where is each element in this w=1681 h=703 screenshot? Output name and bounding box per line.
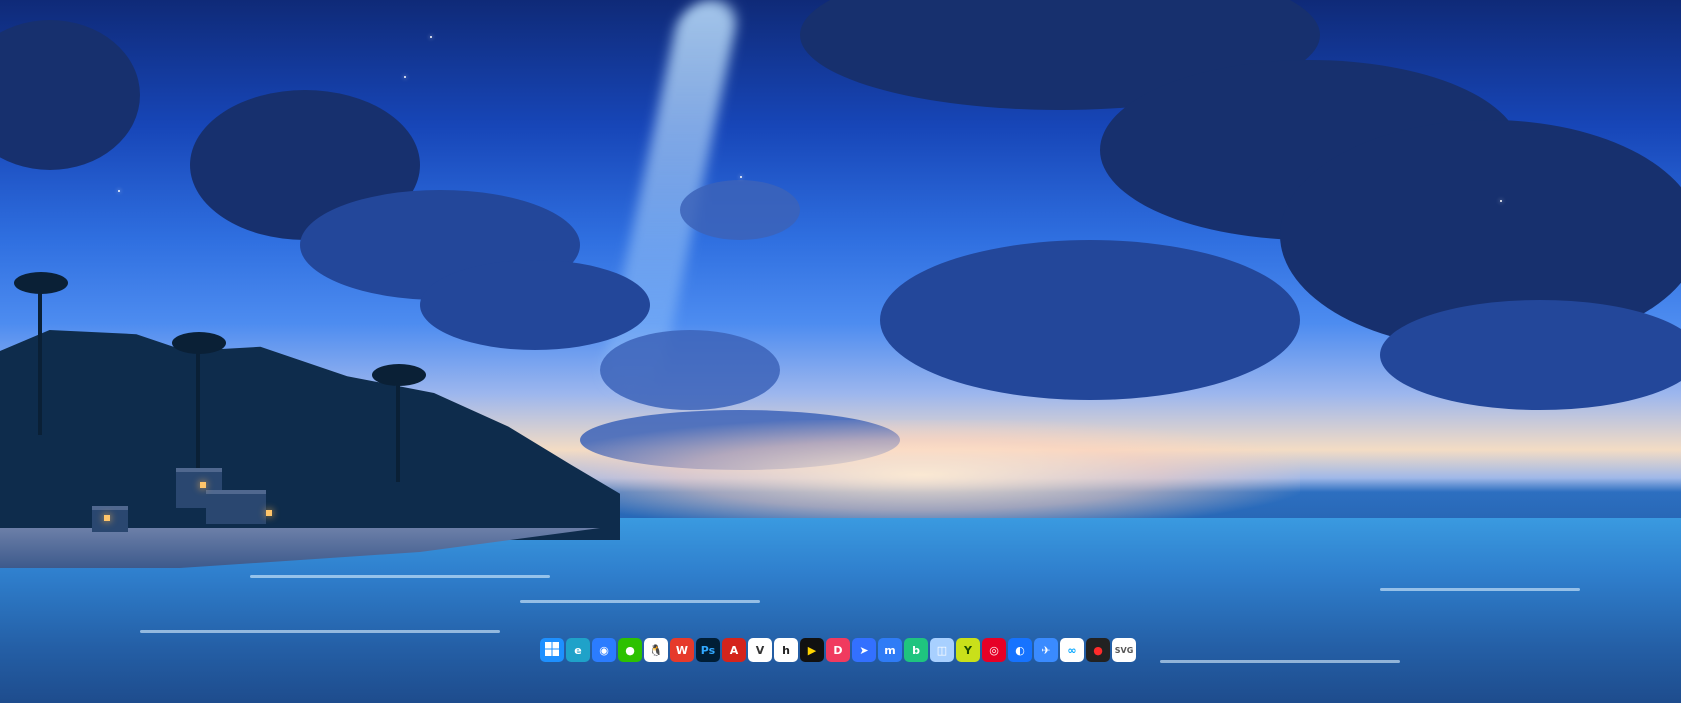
taskbar-app-bottle[interactable]: ◫ bbox=[930, 638, 954, 662]
taskbar-app-browser-blue[interactable]: ◉ bbox=[592, 638, 616, 662]
taskbar: e ◉ ● 🐧 W Ps A Vh ▶ D ➤ m b ◫ Y ◎ ◐ ✈ ∞ ● SVG bbox=[540, 638, 1136, 662]
star bbox=[404, 76, 406, 78]
palm-tree-crown bbox=[372, 364, 426, 386]
star bbox=[1500, 200, 1502, 202]
play-icon: ▶ bbox=[807, 643, 817, 657]
taskbar-app-svg-app[interactable]: SVG bbox=[1112, 638, 1136, 662]
palm-tree-crown bbox=[172, 332, 226, 354]
d-app-icon: D bbox=[833, 643, 843, 657]
swirl-icon: ◐ bbox=[1015, 643, 1025, 657]
cloud bbox=[1380, 300, 1681, 410]
palm-tree-trunk bbox=[196, 340, 200, 470]
cloud bbox=[680, 180, 800, 240]
cloud-icon: ∞ bbox=[1067, 643, 1077, 657]
palm-tree-trunk bbox=[396, 372, 400, 482]
window-light bbox=[104, 515, 110, 521]
wave bbox=[520, 600, 760, 603]
palm-tree-crown bbox=[14, 272, 68, 294]
taskbar-app-player[interactable]: ▶ bbox=[800, 638, 824, 662]
beach-house bbox=[92, 506, 128, 532]
beach-house bbox=[206, 490, 266, 524]
taskbar-app-wps[interactable]: W bbox=[670, 638, 694, 662]
taskbar-app-app-bird[interactable]: ✈ bbox=[1034, 638, 1058, 662]
cloud bbox=[0, 20, 140, 170]
horizon-glow bbox=[540, 420, 1300, 530]
svg-icon: SVG bbox=[1114, 645, 1134, 655]
taskbar-app-recorder[interactable]: ● bbox=[1086, 638, 1110, 662]
bird-icon: ✈ bbox=[1041, 643, 1051, 657]
taskbar-app-acrobat[interactable]: A bbox=[722, 638, 746, 662]
taskbar-app-wechat[interactable]: ● bbox=[618, 638, 642, 662]
taskbar-app-app-v[interactable]: V bbox=[748, 638, 772, 662]
wave bbox=[250, 575, 550, 578]
taskbar-app-feishu[interactable]: ➤ bbox=[852, 638, 876, 662]
palm-tree-trunk bbox=[38, 285, 42, 435]
taskbar-app-app-y[interactable]: Y bbox=[956, 638, 980, 662]
taskbar-app-app-swirl[interactable]: ◐ bbox=[1008, 638, 1032, 662]
taskbar-app-baidu-netdisk[interactable]: ∞ bbox=[1060, 638, 1084, 662]
taskbar-app-photoshop[interactable]: Ps bbox=[696, 638, 720, 662]
cloud bbox=[880, 240, 1300, 400]
acrobat-icon: A bbox=[729, 643, 739, 657]
qq-penguin-icon: 🐧 bbox=[649, 643, 663, 657]
taskbar-app-qq[interactable]: 🐧 bbox=[644, 638, 668, 662]
wave bbox=[1380, 588, 1580, 591]
star bbox=[430, 36, 432, 38]
star bbox=[740, 176, 742, 178]
y-app-icon: Y bbox=[964, 643, 972, 657]
m-app-icon: m bbox=[884, 643, 896, 657]
taskbar-app-start-menu[interactable] bbox=[540, 638, 564, 662]
circle-browser-icon: ◉ bbox=[599, 643, 609, 657]
bottle-icon: ◫ bbox=[936, 643, 948, 657]
star bbox=[118, 190, 120, 192]
cloud bbox=[420, 260, 650, 350]
taskbar-app-app-b[interactable]: b bbox=[904, 638, 928, 662]
taskbar-app-app-h[interactable]: h bbox=[774, 638, 798, 662]
wechat-icon: ● bbox=[625, 643, 635, 657]
b-app-icon: b bbox=[912, 643, 920, 657]
window-light bbox=[266, 510, 272, 516]
h-app-icon: h bbox=[782, 643, 790, 657]
taskbar-app-netease-music[interactable]: ◎ bbox=[982, 638, 1006, 662]
wave bbox=[1160, 660, 1400, 663]
windows-logo-icon bbox=[544, 641, 560, 660]
taskbar-app-app-d[interactable]: D bbox=[826, 638, 850, 662]
window-light bbox=[200, 482, 206, 488]
cloud bbox=[600, 330, 780, 410]
wave bbox=[140, 630, 500, 633]
taskbar-app-app-m[interactable]: m bbox=[878, 638, 902, 662]
v-app-icon: V bbox=[755, 643, 765, 657]
feishu-icon: ➤ bbox=[859, 643, 869, 657]
wps-icon: W bbox=[675, 643, 689, 657]
photoshop-icon: Ps bbox=[700, 643, 716, 657]
edge-icon: e bbox=[574, 643, 582, 657]
desktop-wallpaper: e ◉ ● 🐧 W Ps A Vh ▶ D ➤ m b ◫ Y ◎ ◐ ✈ ∞ ● SVG bbox=[0, 0, 1681, 703]
record-icon: ● bbox=[1093, 643, 1103, 657]
taskbar-app-edge[interactable]: e bbox=[566, 638, 590, 662]
music-icon: ◎ bbox=[989, 643, 999, 657]
